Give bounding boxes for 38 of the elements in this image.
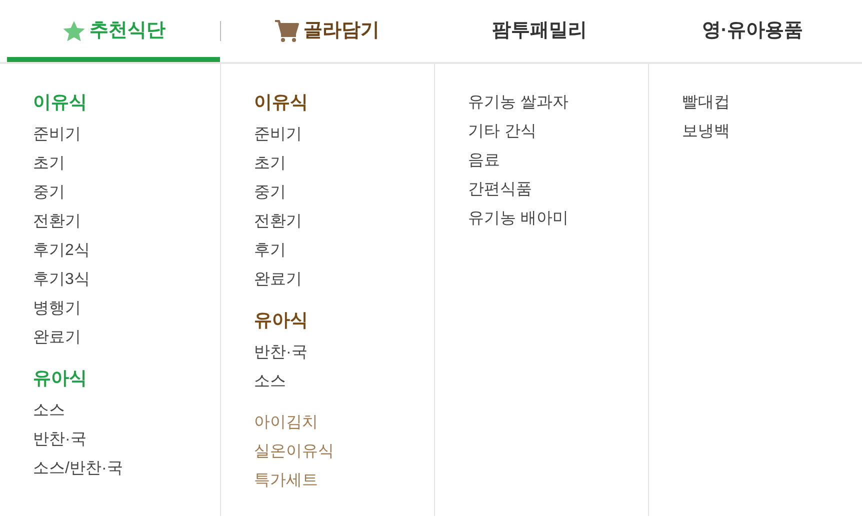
menu-link[interactable]: 전환기 — [33, 207, 81, 236]
star-icon — [62, 20, 86, 42]
menu-link[interactable]: 초기 — [254, 149, 286, 178]
category-heading: 유아식 — [254, 309, 308, 332]
menu-link[interactable]: 중기 — [254, 178, 286, 207]
menu-link[interactable]: 준비기 — [254, 120, 302, 149]
menu-link[interactable]: 빨대컵 — [682, 88, 730, 117]
menu-link[interactable]: 준비기 — [33, 120, 81, 149]
menu-link[interactable]: 유기농 배아미 — [468, 204, 568, 233]
category-heading: 이유식 — [254, 91, 308, 114]
menu-link[interactable]: 중기 — [33, 178, 65, 207]
category-heading: 이유식 — [33, 91, 87, 114]
category-heading: 유아식 — [33, 367, 87, 390]
menu-link[interactable]: 유기농 쌀과자 — [468, 88, 568, 117]
menu-link[interactable]: 실온이유식 — [254, 437, 334, 466]
menu-link[interactable]: 병행기 — [33, 294, 81, 323]
menu-link[interactable]: 소스 — [254, 367, 286, 396]
menu-link[interactable]: 특가세트 — [254, 466, 318, 495]
menu-link[interactable]: 반찬·국 — [254, 338, 308, 367]
menu-link[interactable]: 간편식품 — [468, 175, 532, 204]
menu-link[interactable]: 반찬·국 — [33, 425, 86, 454]
tab[interactable]: 골라담기 — [220, 0, 433, 62]
menu-link[interactable]: 음료 — [468, 146, 500, 175]
menu-link[interactable]: 소스/반찬·국 — [33, 454, 123, 483]
menu-link[interactable]: 후기 — [254, 236, 286, 265]
cart-icon — [274, 19, 300, 43]
menu-link[interactable]: 완료기 — [33, 323, 81, 352]
menu-link[interactable]: 후기3식 — [33, 265, 90, 294]
menu-link[interactable]: 아이김치 — [254, 408, 318, 437]
menu-link[interactable]: 전환기 — [254, 207, 302, 236]
tab[interactable]: 영·유아용품 — [646, 0, 859, 62]
menu-link[interactable]: 소스 — [33, 396, 65, 425]
menu-link[interactable]: 초기 — [33, 149, 65, 178]
tab[interactable]: 팜투패밀리 — [433, 0, 646, 62]
menu-link[interactable]: 완료기 — [254, 265, 302, 294]
menu-link[interactable]: 후기2식 — [33, 236, 90, 265]
menu-link[interactable]: 기타 간식 — [468, 117, 536, 146]
menu-link[interactable]: 보냉백 — [682, 117, 730, 146]
